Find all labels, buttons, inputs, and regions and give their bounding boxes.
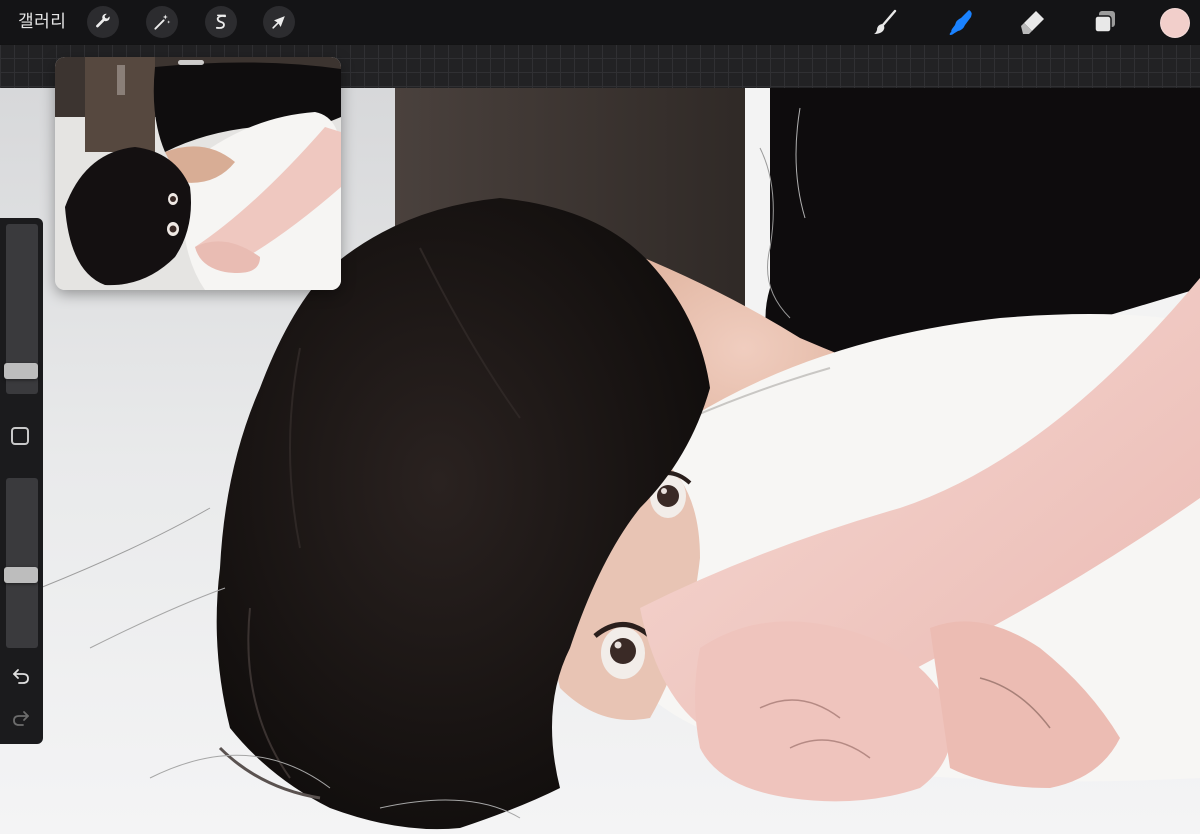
opacity-knob[interactable] [4,567,38,584]
selection-s-icon [215,14,227,29]
eraser-icon [1021,11,1044,34]
modify-button[interactable] [11,427,29,445]
smudge-finger-icon [949,10,972,35]
paintbrush-icon [874,9,897,34]
eraser-tool[interactable] [1017,6,1049,38]
magic-wand-icon [154,14,171,30]
brush-tool[interactable] [869,6,901,38]
reference-window[interactable] [55,57,341,290]
actions-button[interactable] [87,6,119,38]
color-picker-swatch[interactable] [1160,8,1190,38]
top-toolbar: 갤러리 [0,0,1200,44]
reference-drag-handle[interactable] [178,60,204,65]
smudge-tool[interactable] [945,6,977,38]
undo-icon[interactable] [11,666,31,686]
transform-button[interactable] [263,6,295,38]
reference-photo [55,57,341,290]
wrench-icon [96,13,110,28]
gallery-button[interactable]: 갤러리 [18,10,66,34]
opacity-slider[interactable] [6,478,38,648]
left-sidebar [0,218,43,744]
brush-size-knob[interactable] [4,362,38,379]
adjustments-button[interactable] [146,6,178,38]
arrow-cursor-icon [272,16,285,29]
layers-tool[interactable] [1089,6,1121,38]
redo-icon[interactable] [11,708,31,728]
layers-icon [1094,11,1115,33]
selection-button[interactable] [205,6,237,38]
